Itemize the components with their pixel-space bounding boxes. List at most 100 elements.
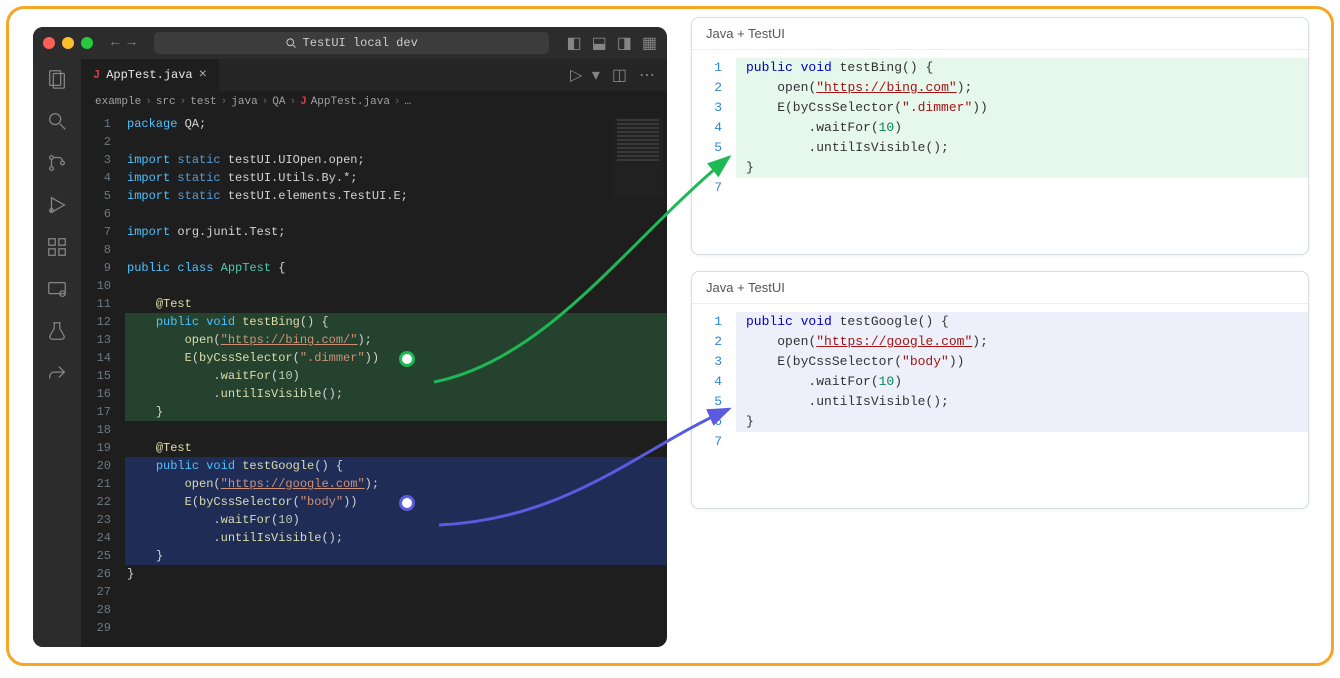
panel-code-line[interactable]: E(byCssSelector(".dimmer")) <box>736 98 1308 118</box>
line-number: 18 <box>81 421 111 439</box>
panel-right-icon[interactable]: ◨ <box>617 33 632 53</box>
panel-bottom-icon[interactable]: ⬓ <box>592 33 607 53</box>
chevron-right-icon: › <box>394 96 401 108</box>
split-editor-icon[interactable]: ◫ <box>612 65 627 85</box>
source-control-icon[interactable] <box>45 151 69 175</box>
breadcrumb-item[interactable]: example <box>95 96 141 108</box>
code-line[interactable]: } <box>125 565 667 583</box>
share-icon[interactable] <box>45 361 69 385</box>
layout-grid-icon[interactable]: ▦ <box>642 33 657 53</box>
code-line[interactable]: .waitFor(10) <box>125 511 667 529</box>
code-line[interactable] <box>125 205 667 223</box>
code-line[interactable]: } <box>125 547 667 565</box>
breadcrumb[interactable]: example › src › test › java › QA ›J AppT… <box>81 91 667 113</box>
panel-code-line[interactable]: .waitFor(10) <box>736 372 1308 392</box>
breadcrumb-item[interactable]: test <box>190 96 216 108</box>
search-icon[interactable] <box>45 109 69 133</box>
panel-code-line[interactable]: public void testGoogle() { <box>736 312 1308 332</box>
testing-icon[interactable] <box>45 319 69 343</box>
panel-code-line[interactable]: public void testBing() { <box>736 58 1308 78</box>
code-line[interactable]: public class AppTest { <box>125 259 667 277</box>
code-line[interactable]: import static testUI.UIOpen.open; <box>125 151 667 169</box>
code-line[interactable]: @Test <box>125 295 667 313</box>
editor-area[interactable]: 1234567891011121314151617181920212223242… <box>81 113 667 647</box>
code-line[interactable]: } <box>125 403 667 421</box>
code-line[interactable] <box>125 421 667 439</box>
back-icon[interactable]: ← <box>111 35 119 51</box>
panel-line-number: 4 <box>692 372 722 392</box>
code-line[interactable] <box>125 277 667 295</box>
breadcrumb-item[interactable]: AppTest.java <box>311 96 390 108</box>
panel-line-number: 7 <box>692 178 722 198</box>
run-icon[interactable]: ▷ ▾ <box>570 65 600 85</box>
panel-code-line[interactable]: .untilIsVisible(); <box>736 138 1308 158</box>
code-line[interactable]: import static testUI.elements.TestUI.E; <box>125 187 667 205</box>
maximize-window-icon[interactable] <box>81 37 93 49</box>
line-number: 1 <box>81 115 111 133</box>
code-line[interactable]: import static testUI.Utils.By.*; <box>125 169 667 187</box>
panel-code-line[interactable]: open("https://bing.com"); <box>736 78 1308 98</box>
code-line[interactable]: open("https://google.com"); <box>125 475 667 493</box>
code-line[interactable]: public void testBing() { <box>125 313 667 331</box>
close-icon[interactable]: × <box>199 67 207 83</box>
panel-line-number: 5 <box>692 392 722 412</box>
panel-code-line[interactable]: open("https://google.com"); <box>736 332 1308 352</box>
more-icon[interactable]: ⋯ <box>639 65 655 85</box>
line-number: 22 <box>81 493 111 511</box>
panel-title: Java + TestUI <box>692 18 1308 50</box>
code-line[interactable] <box>125 241 667 259</box>
code-line[interactable]: .untilIsVisible(); <box>125 529 667 547</box>
debug-icon[interactable] <box>45 193 69 217</box>
breadcrumb-item[interactable]: QA <box>272 96 285 108</box>
chevron-right-icon: › <box>262 96 269 108</box>
panel-code-line[interactable]: E(byCssSelector("body")) <box>736 352 1308 372</box>
panel-code-line[interactable]: .untilIsVisible(); <box>736 392 1308 412</box>
breadcrumb-item[interactable]: … <box>405 96 412 108</box>
explorer-icon[interactable] <box>45 67 69 91</box>
code-line[interactable]: E(byCssSelector("body")) <box>125 493 667 511</box>
code-line[interactable] <box>125 583 667 601</box>
titlebar[interactable]: ← → TestUI local dev ◧ ⬓ ◨ ▦ <box>33 27 667 59</box>
command-center[interactable]: TestUI local dev <box>154 32 549 54</box>
code-line[interactable]: public void testGoogle() { <box>125 457 667 475</box>
code-line[interactable]: open("https://bing.com/"); <box>125 331 667 349</box>
code-line[interactable]: .waitFor(10) <box>125 367 667 385</box>
panel-code-line[interactable]: } <box>736 412 1308 432</box>
code-line[interactable]: import org.junit.Test; <box>125 223 667 241</box>
remote-icon[interactable] <box>45 277 69 301</box>
code-line[interactable] <box>125 601 667 619</box>
close-window-icon[interactable] <box>43 37 55 49</box>
command-center-text: TestUI local dev <box>303 36 418 50</box>
panel-left-icon[interactable]: ◧ <box>567 33 582 53</box>
panel-code-line[interactable]: .waitFor(10) <box>736 118 1308 138</box>
panel-title: Java + TestUI <box>692 272 1308 304</box>
code-line[interactable]: .untilIsVisible(); <box>125 385 667 403</box>
breadcrumb-item[interactable]: java <box>231 96 257 108</box>
panel-line-number: 7 <box>692 432 722 452</box>
panel-code-content[interactable]: public void testGoogle() { open("https:/… <box>736 312 1308 452</box>
code-line[interactable]: E(byCssSelector(".dimmer")) <box>125 349 667 367</box>
code-line[interactable] <box>125 133 667 151</box>
code-line[interactable] <box>125 619 667 637</box>
panel-code-line[interactable]: } <box>736 158 1308 178</box>
panel-code-content[interactable]: public void testBing() { open("https://b… <box>736 58 1308 198</box>
line-gutter: 1234567891011121314151617181920212223242… <box>81 115 125 637</box>
tab-apptest[interactable]: J AppTest.java × <box>81 59 220 91</box>
panel-code-line[interactable] <box>736 432 1308 452</box>
snippet-panel-google: Java + TestUI 1234567 public void testGo… <box>691 271 1309 509</box>
extensions-icon[interactable] <box>45 235 69 259</box>
panel-gutter: 1234567 <box>692 58 736 198</box>
code-content[interactable]: package QA; import static testUI.UIOpen.… <box>125 115 667 637</box>
panel-code-line[interactable] <box>736 178 1308 198</box>
breadcrumb-item[interactable]: src <box>156 96 176 108</box>
line-number: 25 <box>81 547 111 565</box>
forward-icon[interactable]: → <box>127 35 135 51</box>
minimap[interactable] <box>613 117 663 197</box>
panel-line-number: 3 <box>692 352 722 372</box>
code-line[interactable]: package QA; <box>125 115 667 133</box>
minimize-window-icon[interactable] <box>62 37 74 49</box>
line-number: 27 <box>81 583 111 601</box>
panel-line-number: 6 <box>692 158 722 178</box>
code-line[interactable]: @Test <box>125 439 667 457</box>
panel-line-number: 2 <box>692 78 722 98</box>
